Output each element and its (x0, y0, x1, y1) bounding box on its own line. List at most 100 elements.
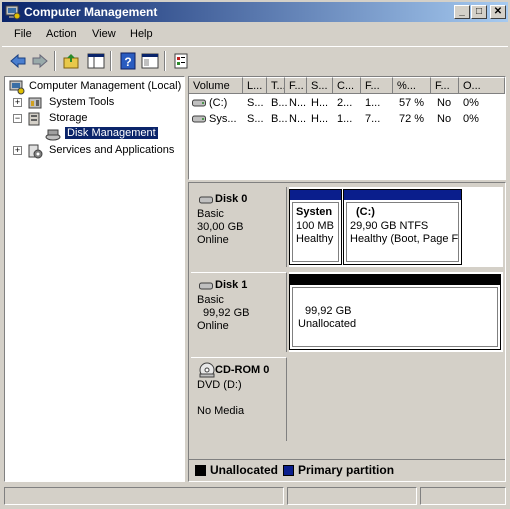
legend-primary-partition: Primary partition (298, 463, 395, 477)
column-header[interactable]: %... (393, 77, 431, 94)
disk-status: Online (197, 234, 229, 246)
primary-partition-bar (344, 190, 461, 200)
volume-cell: 1... (365, 97, 381, 109)
tree-label-root: Computer Management (Local) (29, 80, 182, 92)
collapse-minus-icon[interactable]: − (13, 114, 22, 123)
column-header[interactable]: F... (431, 77, 459, 94)
navigation-tree: Computer Management (Local) + System Too… (4, 76, 185, 482)
back-arrow-icon[interactable] (8, 52, 28, 70)
title-bar: Computer Management _ □ ✕ (2, 2, 508, 22)
status-bar-pane-2 (287, 487, 417, 505)
maximize-button[interactable]: □ (471, 5, 487, 19)
volume-overhead: 0% (463, 97, 479, 109)
status-bar-pane-3 (420, 487, 506, 505)
menu-file[interactable]: File (14, 28, 32, 40)
column-header[interactable]: O... (459, 77, 505, 94)
expand-plus-icon[interactable]: + (13, 146, 22, 155)
unallocated-swatch (195, 465, 206, 476)
tree-label-storage: Storage (49, 112, 88, 124)
disk-type: Basic (197, 294, 224, 306)
menu-view[interactable]: View (92, 28, 116, 40)
volume-cell: H... (311, 97, 329, 109)
disk-management-icon (45, 129, 61, 141)
menu-bar: File Action View Help (2, 24, 508, 44)
column-header[interactable]: C... (333, 77, 361, 94)
disk-status: Online (197, 320, 229, 332)
toolbar-separator (54, 51, 56, 71)
volume-list: Volume L... T... F... S... C... F... %..… (188, 76, 506, 180)
volume-percent-free: 72 % (399, 113, 425, 125)
partition-info: (C:) 29,90 GB NTFS Healthy (Boot, Page F (346, 202, 459, 262)
expand-plus-icon[interactable]: + (13, 98, 22, 107)
menu-help[interactable]: Help (130, 28, 153, 40)
volume-cell: N... (289, 97, 307, 109)
column-header[interactable]: F... (361, 77, 393, 94)
svg-text:?: ? (124, 55, 131, 69)
column-header[interactable]: L... (243, 77, 267, 94)
cdrom-icon (199, 362, 215, 378)
help-icon[interactable]: ? (118, 52, 138, 70)
disk-size: 30,00 GB (197, 221, 244, 233)
status-bar-main (4, 487, 284, 505)
volume-cell: 2... (337, 97, 353, 109)
legend-unallocated: Unallocated (210, 463, 279, 477)
menu-action[interactable]: Action (46, 28, 77, 40)
forward-arrow-icon[interactable] (30, 52, 50, 70)
up-folder-icon[interactable] (62, 52, 82, 70)
window-title: Computer Management (24, 5, 158, 19)
minimize-button[interactable]: _ (454, 5, 470, 19)
volume-cell: N... (289, 113, 307, 125)
partition-info: Systen 100 MB Healthy (292, 202, 339, 262)
partition-c[interactable]: (C:) 29,90 GB NTFS Healthy (Boot, Page F (343, 189, 462, 265)
disk-0-partitions: Systen 100 MB Healthy (C:) 29,90 GB NTFS… (289, 187, 503, 267)
tools-icon (28, 97, 42, 109)
primary-partition-swatch (283, 465, 294, 476)
column-header[interactable]: T... (267, 77, 285, 94)
services-icon (28, 144, 43, 159)
column-header[interactable]: F... (285, 77, 307, 94)
console-view-icon[interactable] (140, 52, 160, 70)
partition-unallocated[interactable]: 99,92 GB Unallocated (289, 274, 501, 350)
computer-management-icon (9, 80, 25, 95)
properties-icon[interactable] (172, 52, 192, 70)
volume-cell: B... (271, 97, 288, 109)
drive-icon (192, 99, 206, 107)
partition-status: Unallocated (298, 318, 357, 330)
partition-status: Healthy (296, 233, 334, 245)
partition-system[interactable]: Systen 100 MB Healthy (289, 189, 342, 265)
partition-status: Healthy (Boot, Page F (350, 233, 459, 245)
volume-cell: No (437, 97, 452, 109)
disk-0-label[interactable]: Disk 0 Basic 30,00 GB Online (191, 187, 287, 267)
unallocated-bar (290, 275, 500, 285)
disk-name: Disk 0 (215, 193, 248, 205)
toolbar-separator (164, 51, 166, 71)
partition-info: 99,92 GB Unallocated (292, 287, 498, 347)
volume-cell: No (437, 113, 452, 125)
toolbar: ? (2, 46, 508, 74)
legend: Unallocated Primary partition (189, 459, 505, 481)
volume-overhead: 0% (463, 113, 479, 125)
cdrom-0-label[interactable]: CD-ROM 0 DVD (D:) No Media (191, 357, 287, 441)
disk-name: Disk 1 (215, 279, 248, 291)
volume-percent-free: 57 % (399, 97, 425, 109)
volume-cell: 1... (337, 113, 353, 125)
column-header[interactable]: S... (307, 77, 333, 94)
storage-icon (28, 112, 40, 126)
primary-partition-bar (290, 190, 341, 200)
disk-1-partitions: 99,92 GB Unallocated (289, 272, 503, 352)
partition-title: Systen (296, 206, 333, 218)
disk-status: No Media (197, 405, 245, 417)
volume-cell: 7... (365, 113, 381, 125)
volume-name: Sys... (209, 113, 237, 125)
volume-name: (C:) (209, 97, 228, 109)
cdrom-0-area (289, 357, 503, 441)
close-button[interactable]: ✕ (490, 5, 506, 19)
computer-management-icon (5, 5, 21, 20)
partition-size: 99,92 GB (305, 305, 352, 317)
show-hide-tree-icon[interactable] (86, 52, 106, 70)
disk-1-label[interactable]: Disk 1 Basic 99,92 GB Online (191, 272, 287, 352)
volume-cell: S... (247, 97, 264, 109)
column-header[interactable]: Volume (189, 77, 243, 94)
tree-label-system-tools: System Tools (49, 96, 115, 108)
drive-icon (192, 115, 206, 123)
